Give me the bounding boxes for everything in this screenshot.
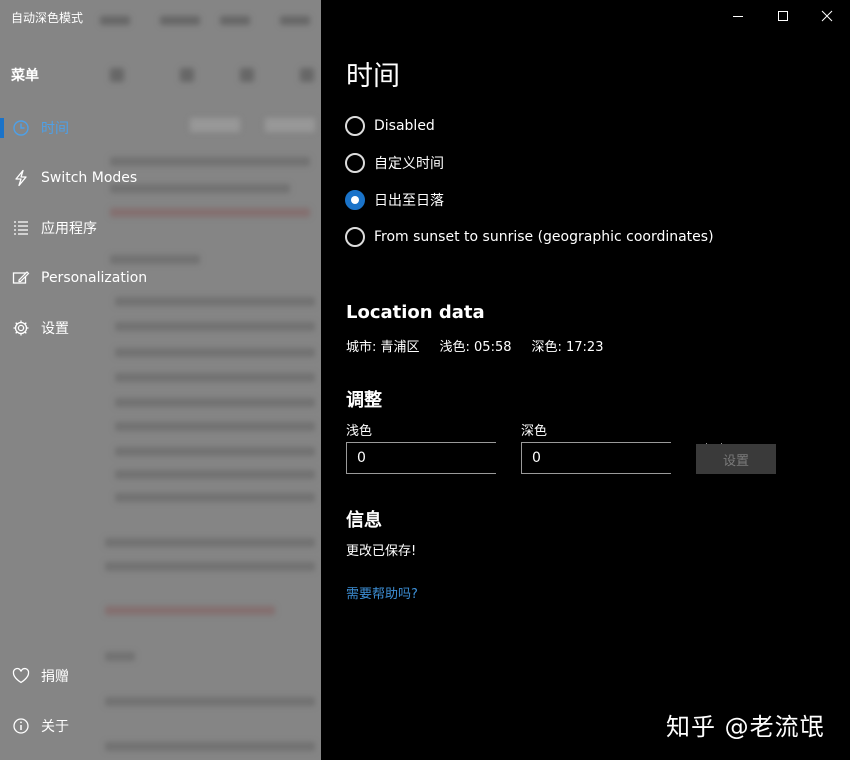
light-time-text: 浅色: 05:58 [439, 340, 512, 355]
radio-circle [345, 153, 365, 173]
city-text: 城市: 青浦区 [346, 340, 420, 355]
clock-icon [12, 119, 30, 137]
radio-geo-coordinates[interactable]: From sunset to sunrise (geographic coord… [345, 225, 714, 249]
heart-icon [12, 667, 30, 685]
light-offset-input[interactable] [347, 443, 531, 473]
sidebar-item-label: 设置 [41, 321, 69, 337]
radio-label: Disabled [374, 118, 435, 134]
close-button[interactable] [804, 0, 850, 32]
sidebar-item-personalization[interactable]: Personalization [0, 260, 321, 296]
light-offset-stepper [346, 442, 561, 474]
dark-offset-input[interactable] [522, 443, 706, 473]
sidebar-item-label: 捐赠 [41, 669, 69, 685]
sidebar-item-label: 时间 [41, 121, 69, 137]
minimize-icon [732, 7, 744, 26]
location-info: 城市: 青浦区 浅色: 05:58 深色: 17:23 [346, 336, 623, 355]
sidebar-item-label: Personalization [41, 270, 148, 286]
sidebar-item-time[interactable]: 时间 [0, 110, 321, 146]
info-icon [12, 717, 30, 735]
radio-disabled[interactable]: Disabled [345, 114, 435, 138]
menu-title: 菜单 [11, 68, 39, 84]
sidebar-item-label: 关于 [41, 719, 69, 735]
close-icon [821, 7, 833, 26]
sidebar-item-label: 应用程序 [41, 221, 97, 237]
location-heading: Location data [346, 302, 485, 323]
sidebar-item-label: Switch Modes [41, 170, 138, 186]
radio-custom-time[interactable]: 自定义时间 [345, 151, 444, 175]
info-heading: 信息 [346, 510, 382, 531]
selection-indicator [0, 118, 4, 138]
watermark: 知乎 @老流氓 [666, 713, 825, 741]
radio-circle [345, 227, 365, 247]
lightning-icon [12, 169, 30, 187]
radio-label: From sunset to sunrise (geographic coord… [374, 229, 714, 245]
sidebar-item-donate[interactable]: 捐赠 [0, 658, 321, 694]
help-link[interactable]: 需要帮助吗? [346, 583, 418, 602]
maximize-button[interactable] [760, 0, 806, 32]
dark-offset-stepper [521, 442, 736, 474]
dark-time-text: 深色: 17:23 [531, 340, 604, 355]
adjust-heading: 调整 [346, 390, 382, 411]
set-button[interactable]: 设置 [696, 444, 776, 474]
light-offset-label: 浅色 [346, 424, 373, 439]
page-title: 时间 [346, 61, 400, 92]
sidebar-item-apps[interactable]: 应用程序 [0, 210, 321, 246]
saved-status-text: 更改已保存! [346, 544, 417, 559]
radio-label: 日出至日落 [374, 193, 444, 209]
dark-offset-label: 深色 [521, 424, 548, 439]
sidebar-item-switch-modes[interactable]: Switch Modes [0, 160, 321, 196]
list-icon [12, 219, 30, 237]
sidebar-item-about[interactable]: 关于 [0, 708, 321, 744]
pen-screen-icon [12, 269, 30, 287]
sidebar: 自动深色模式 菜单 时间 Switch Modes 应用程序 Personali… [0, 0, 321, 760]
minimize-button[interactable] [715, 0, 761, 32]
sidebar-item-settings[interactable]: 设置 [0, 310, 321, 346]
maximize-icon [777, 7, 789, 26]
gear-icon [12, 319, 30, 337]
radio-circle [345, 116, 365, 136]
app-title: 自动深色模式 [11, 11, 84, 25]
radio-sunrise-sunset[interactable]: 日出至日落 [345, 188, 444, 212]
radio-circle-checked [345, 190, 365, 210]
radio-label: 自定义时间 [374, 156, 444, 172]
